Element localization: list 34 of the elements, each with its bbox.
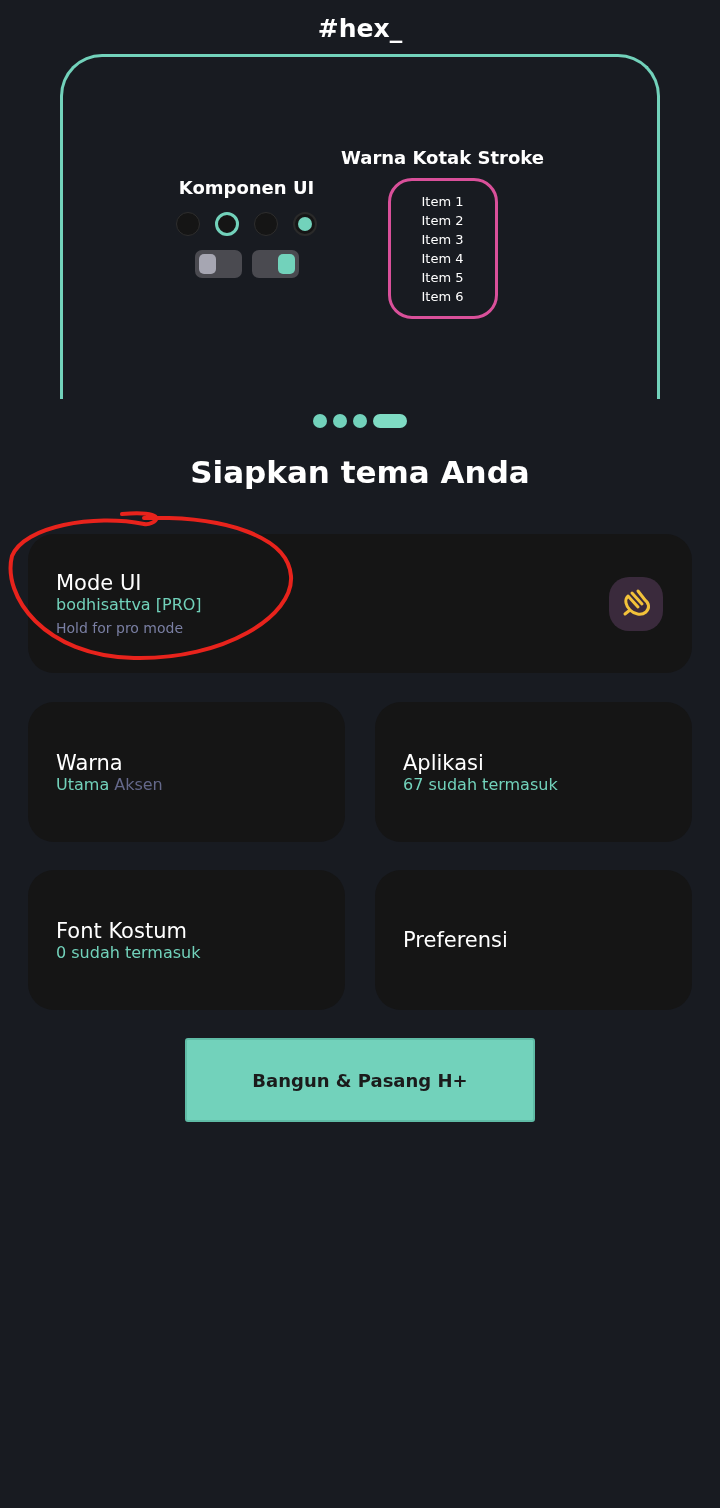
card-title: Aplikasi: [403, 750, 485, 775]
card-subtitle: Utama: [56, 774, 110, 794]
app-title: #hex_: [317, 14, 403, 45]
page-indicator[interactable]: [333, 414, 347, 428]
list-item: Item 3: [421, 230, 464, 249]
card-subtitle: 0 sudah termasuk: [56, 942, 201, 962]
list-item: Item 4: [421, 249, 464, 268]
card-title: Font Kostum: [56, 918, 188, 943]
toggle-switch[interactable]: [194, 250, 242, 278]
settings-card[interactable]: Warna Utama Aksen: [28, 702, 345, 842]
page-indicator[interactable]: [313, 414, 327, 428]
list-item: Item 6: [421, 287, 464, 306]
card-subtitle: 67 sudah termasuk: [403, 774, 558, 794]
settings-card[interactable]: Preferensi: [375, 870, 692, 1010]
page-indicator[interactable]: [373, 414, 407, 428]
mode-value: bodhisattva [PRO]: [56, 595, 202, 614]
list-item: Item 5: [421, 268, 464, 287]
settings-card[interactable]: Aplikasi 67 sudah termasuk: [375, 702, 692, 842]
radio-button[interactable]: [293, 212, 317, 236]
toggle-switch[interactable]: [251, 250, 299, 278]
list-item: Item 1: [421, 192, 464, 211]
card-title: Preferensi: [403, 928, 509, 952]
heading: Siapkan tema Anda: [190, 454, 530, 490]
card-subtitle: Aksen: [114, 774, 163, 794]
hint-text: Hold for pro mode: [56, 620, 185, 636]
card-title: Warna: [56, 750, 124, 775]
preview-title: Komponen UI: [178, 177, 315, 198]
settings-card[interactable]: Font Kostum 0 sudah termasuk: [28, 870, 345, 1010]
build-button[interactable]: Bangun & Pasang H+: [185, 1038, 535, 1122]
mode-card[interactable]: Mode UI bodhisattva [PRO] Hold for pro mode: [28, 534, 692, 673]
card-title: Mode UI: [56, 571, 143, 595]
preview-title: Warna Kotak Stroke: [341, 147, 544, 168]
list-item: Item 2: [421, 211, 464, 230]
page-indicator[interactable]: [353, 414, 367, 428]
